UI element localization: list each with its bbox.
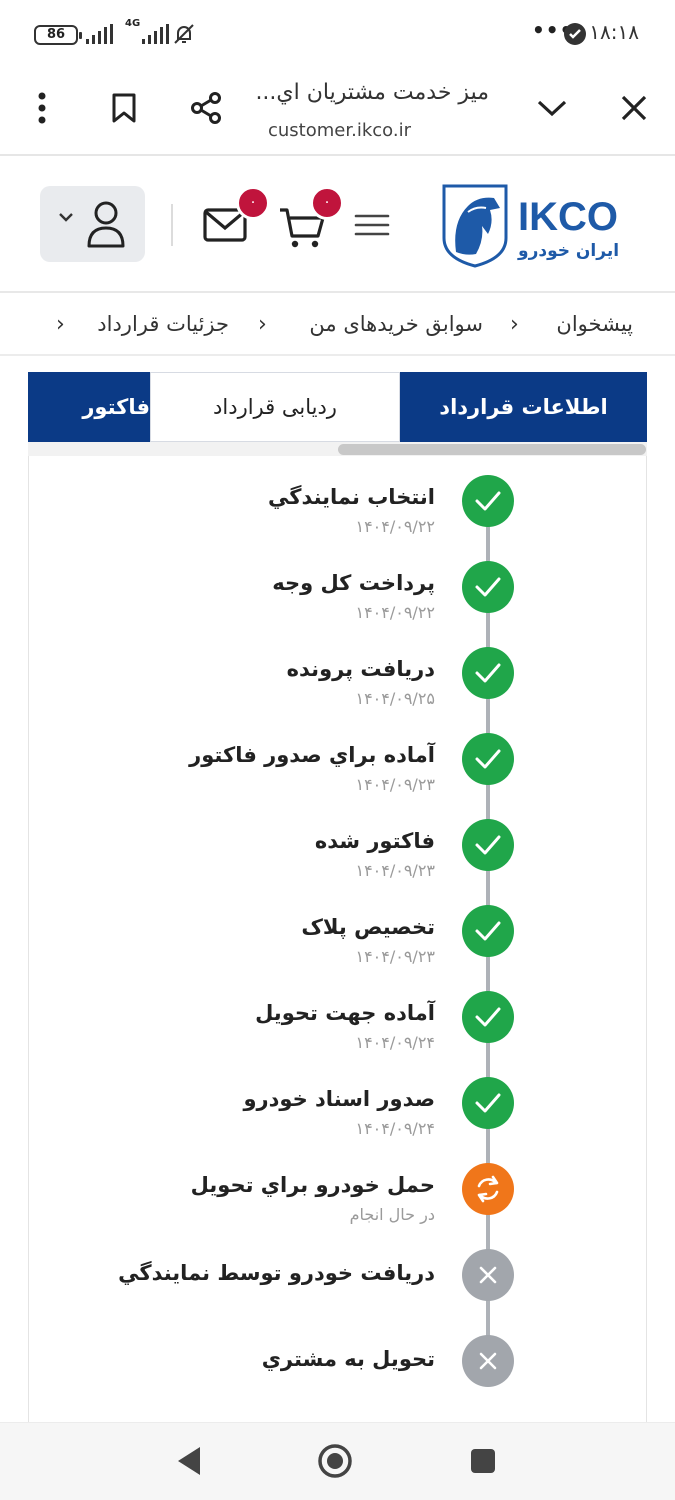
header-divider — [171, 204, 173, 246]
user-icon — [87, 201, 125, 248]
check-icon — [473, 489, 503, 513]
check-icon — [473, 1005, 503, 1029]
messages-count-badge: ۰ — [236, 186, 270, 220]
status-bar: 86 4G ••• ۱۸:۱۸ — [0, 0, 675, 68]
step-status-done — [462, 819, 514, 871]
timeline-step-label: صدور اسناد خودرو — [243, 1087, 436, 1111]
step-status-pending — [462, 1249, 514, 1301]
back-icon[interactable] — [174, 1445, 202, 1477]
timeline-step-label: پرداخت کل وجه — [272, 571, 435, 595]
breadcrumb-contract-details[interactable]: جزئيات قرارداد — [97, 312, 229, 336]
check-icon — [473, 833, 503, 857]
step-status-done — [462, 905, 514, 957]
step-status-pending — [462, 1335, 514, 1387]
recents-icon[interactable] — [469, 1447, 497, 1475]
check-icon — [473, 747, 503, 771]
timeline-step-label: آماده جهت تحويل — [255, 1001, 435, 1025]
cart-count-badge: ۰ — [310, 186, 344, 220]
step-status-done — [462, 561, 514, 613]
timeline-step-label: دريافت پرونده — [286, 657, 435, 681]
signal-strength-icon — [86, 24, 113, 44]
check-icon — [473, 575, 503, 599]
check-icon — [473, 661, 503, 685]
timeline-step-label: دريافت خودرو توسط نمايندگي — [118, 1261, 435, 1285]
step-status-done — [462, 733, 514, 785]
timeline-step-label: تخصيص پلاک — [301, 915, 435, 939]
bell-off-icon — [174, 24, 194, 44]
close-icon — [477, 1264, 499, 1286]
timeline-step-date: ۱۴۰۴/۰۹/۲۲ — [355, 603, 435, 622]
chevron-down-icon — [59, 213, 73, 222]
step-status-done — [462, 991, 514, 1043]
timeline-step-label: حمل خودرو براي تحويل — [190, 1173, 435, 1197]
user-menu-button[interactable] — [40, 186, 145, 262]
signal-strength-icon-2 — [142, 24, 169, 44]
timeline-step-date: ۱۴۰۴/۰۹/۲۳ — [355, 947, 435, 966]
contract-tabs: اطلاعات قرارداد رديابی قرارداد فاکتور — [28, 372, 647, 442]
sync-icon — [473, 1174, 503, 1204]
ikco-logo[interactable]: IKCO ايران خودرو — [438, 182, 634, 268]
breadcrumb-home[interactable]: پيشخوان — [556, 312, 633, 336]
tabs-scrollbar-thumb[interactable] — [338, 444, 646, 455]
verified-icon — [564, 23, 586, 45]
step-status-done — [462, 475, 514, 527]
timeline-step-date: ۱۴۰۴/۰۹/۲۳ — [355, 775, 435, 794]
chevron-right-icon: › — [510, 312, 519, 337]
breadcrumb: پيشخوان › سوابق خريدهای من › جزئيات قرار… — [0, 294, 675, 356]
browser-toolbar: ميز خدمت مشتريان اي... customer.ikco.ir — [0, 68, 675, 156]
share-icon[interactable] — [186, 88, 226, 128]
timeline-step-date: در حال انجام — [349, 1205, 435, 1224]
bookmark-icon[interactable] — [104, 88, 144, 128]
battery-indicator: 86 — [34, 25, 82, 45]
status-time: ۱۸:۱۸ — [589, 20, 639, 44]
logo-subtext: ايران خودرو — [517, 241, 619, 261]
page-url[interactable]: customer.ikco.ir — [268, 120, 411, 141]
step-status-in-progress — [462, 1163, 514, 1215]
chevron-right-icon: › — [56, 312, 65, 337]
step-status-done — [462, 647, 514, 699]
close-icon — [477, 1350, 499, 1372]
timeline-step-date: ۱۴۰۴/۰۹/۲۴ — [355, 1033, 435, 1052]
timeline-step-label: تحويل به مشتري — [261, 1347, 435, 1371]
timeline-step-label: فاکتور شده — [314, 829, 435, 853]
tab-invoice[interactable]: فاکتور — [28, 372, 150, 442]
page-title: ميز خدمت مشتريان اي... — [255, 80, 489, 105]
timeline-step-label: انتخاب نمايندگي — [268, 485, 435, 509]
tab-contract-tracking[interactable]: رديابی قرارداد — [150, 372, 400, 442]
network-type-label: 4G — [125, 18, 141, 29]
timeline-step-date: ۱۴۰۴/۰۹/۲۴ — [355, 1119, 435, 1138]
close-icon[interactable] — [614, 88, 654, 128]
timeline-step-label: آماده براي صدور فاکتور — [189, 743, 435, 767]
system-nav-bar — [0, 1422, 675, 1500]
check-icon — [473, 1091, 503, 1115]
site-header: IKCO ايران خودرو ۰ ۰ — [0, 158, 675, 293]
chevron-down-icon[interactable] — [532, 88, 572, 128]
check-icon — [473, 919, 503, 943]
home-icon[interactable] — [317, 1443, 353, 1479]
breadcrumb-purchases[interactable]: سوابق خريدهای من — [309, 312, 483, 336]
timeline-step-date: ۱۴۰۴/۰۹/۲۵ — [355, 689, 435, 708]
logo-text: IKCO — [518, 195, 618, 239]
timeline-step-date: ۱۴۰۴/۰۹/۲۳ — [355, 861, 435, 880]
more-options-icon[interactable] — [22, 88, 62, 128]
chevron-right-icon: › — [258, 312, 267, 337]
tab-contract-info[interactable]: اطلاعات قرارداد — [400, 372, 647, 442]
menu-icon[interactable] — [354, 210, 390, 240]
timeline-step-date: ۱۴۰۴/۰۹/۲۲ — [355, 517, 435, 536]
tabs-scrollbar[interactable] — [28, 442, 647, 456]
step-status-done — [462, 1077, 514, 1129]
